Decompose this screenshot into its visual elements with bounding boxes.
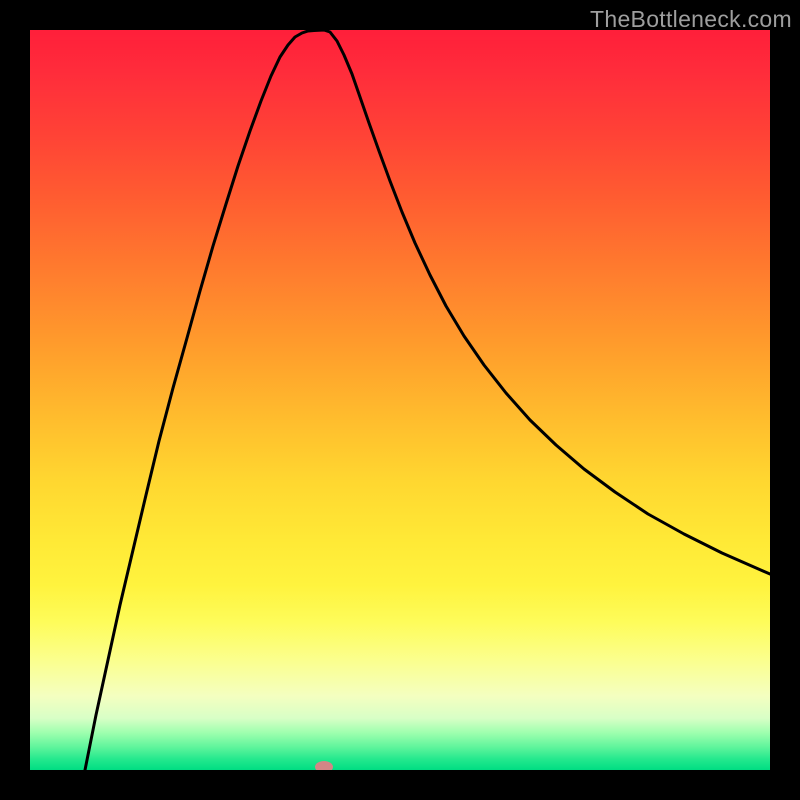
bottleneck-curve bbox=[30, 30, 770, 770]
watermark-text: TheBottleneck.com bbox=[590, 6, 792, 33]
chart-frame: TheBottleneck.com bbox=[0, 0, 800, 800]
optimum-marker bbox=[315, 761, 333, 770]
plot-area bbox=[30, 30, 770, 770]
